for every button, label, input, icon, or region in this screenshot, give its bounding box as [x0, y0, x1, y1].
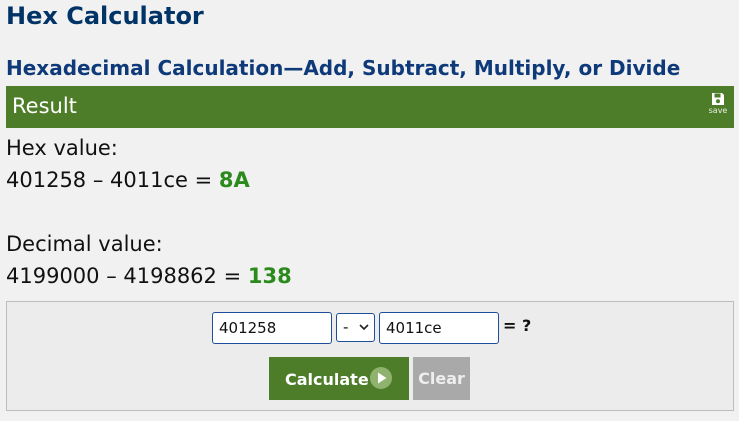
- equals-label: = ?: [503, 316, 532, 335]
- hex-value-label: Hex value:: [6, 136, 118, 160]
- decimal-value-line: 4199000 – 4198862 = 138: [6, 264, 292, 288]
- second-hex-input[interactable]: 4011ce: [379, 312, 499, 344]
- calculator-panel: 401258 - 4011ce = ? Calculate Clear: [6, 301, 734, 411]
- hex-answer: 8A: [218, 168, 250, 192]
- decimal-answer: 138: [247, 264, 292, 288]
- clear-button[interactable]: Clear: [413, 357, 470, 400]
- page-title: Hex Calculator: [6, 2, 204, 30]
- first-hex-input[interactable]: 401258: [212, 312, 332, 344]
- save-icon: [712, 93, 724, 105]
- calculate-label: Calculate: [285, 370, 369, 389]
- chevron-down-icon: [359, 324, 369, 331]
- hex-expression: 401258 – 4011ce =: [6, 168, 213, 192]
- operator-select[interactable]: -: [336, 313, 375, 342]
- save-label: save: [708, 106, 728, 115]
- decimal-value-label: Decimal value:: [6, 232, 163, 256]
- save-button[interactable]: save: [708, 92, 728, 122]
- hex-value-line: 401258 – 4011ce = 8A: [6, 168, 250, 192]
- decimal-expression: 4199000 – 4198862 =: [6, 264, 242, 288]
- calculate-button[interactable]: Calculate: [269, 357, 409, 400]
- result-header-bar: Result save: [6, 86, 734, 128]
- result-title: Result: [12, 94, 77, 118]
- play-icon: [370, 367, 392, 389]
- operator-value: -: [343, 318, 349, 336]
- calculator-subtitle: Hexadecimal Calculation—Add, Subtract, M…: [6, 56, 681, 80]
